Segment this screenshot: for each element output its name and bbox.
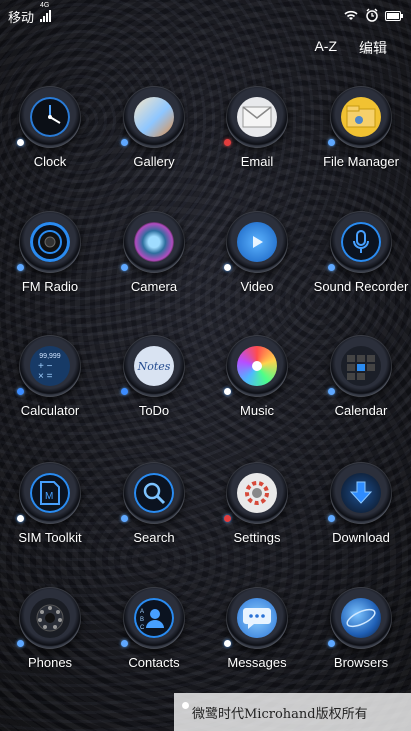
- app-sim-toolkit[interactable]: M SIM Toolkit: [0, 462, 100, 545]
- app-gallery[interactable]: Gallery: [104, 86, 204, 169]
- music-disc-icon: [224, 335, 288, 397]
- edit-button[interactable]: 编辑: [359, 38, 387, 58]
- app-label: Email: [240, 154, 274, 169]
- svg-text:B: B: [140, 617, 144, 623]
- svg-text:C: C: [140, 625, 145, 631]
- battery-icon: [385, 9, 403, 24]
- notes-icon-text: Notes: [137, 359, 171, 373]
- globe-orbit-icon: [328, 587, 392, 649]
- watermark: 微鹭时代Microhand版权所有: [174, 693, 411, 731]
- phone-dial-icon: [17, 587, 81, 649]
- app-messages[interactable]: Messages: [207, 587, 307, 670]
- indicator-dot: [182, 702, 189, 709]
- sort-az-button[interactable]: A-Z: [314, 38, 337, 58]
- gear-icon: [224, 462, 288, 524]
- app-label: Calendar: [334, 403, 388, 418]
- app-settings[interactable]: Settings: [207, 462, 307, 545]
- calendar-icon: [328, 335, 392, 397]
- contacts-person-icon: ABC: [121, 587, 185, 649]
- camera-lens-icon: [121, 211, 185, 273]
- gallery-icon: [121, 86, 185, 148]
- calculator-display: 99,999: [39, 352, 61, 360]
- clock-icon: [17, 86, 81, 148]
- sim-card-icon: M: [17, 462, 81, 524]
- alarm-icon: [365, 8, 379, 25]
- app-sound-recorder[interactable]: Sound Recorder: [311, 211, 411, 294]
- svg-text:× =: × =: [38, 371, 53, 380]
- calculator-icon: 99,999 + − × =: [17, 335, 81, 397]
- app-label: Search: [133, 530, 175, 545]
- carrier-label: 移动: [8, 9, 35, 25]
- app-email[interactable]: Email: [207, 86, 307, 169]
- app-label: Gallery: [133, 154, 175, 169]
- app-label: Sound Recorder: [313, 279, 409, 294]
- app-music[interactable]: Music: [207, 335, 307, 418]
- chat-bubble-icon: [224, 587, 288, 649]
- app-browsers[interactable]: Browsers: [311, 587, 411, 670]
- radio-speaker-icon: [17, 211, 81, 273]
- app-fm-radio[interactable]: FM Radio: [0, 211, 100, 294]
- app-camera[interactable]: Camera: [104, 211, 204, 294]
- microphone-icon: [328, 211, 392, 273]
- app-calendar[interactable]: Calendar: [311, 335, 411, 418]
- app-search[interactable]: Search: [104, 462, 204, 545]
- signal-icon: 4G: [40, 2, 52, 22]
- app-label: File Manager: [323, 154, 399, 169]
- download-arrow-icon: [328, 462, 392, 524]
- app-calculator[interactable]: 99,999 + − × = Calculator: [0, 335, 100, 418]
- search-icon: [121, 462, 185, 524]
- network-type-label: 4G: [40, 2, 50, 9]
- app-label: Download: [332, 530, 390, 545]
- app-label: Clock: [33, 154, 67, 169]
- watermark-text: 微鹭时代Microhand版权所有: [192, 706, 368, 722]
- status-bar: 移动 4G: [0, 0, 411, 32]
- app-download[interactable]: Download: [311, 462, 411, 545]
- svg-text:A: A: [140, 609, 144, 615]
- app-label: ToDo: [138, 403, 170, 418]
- app-file-manager[interactable]: File Manager: [311, 86, 411, 169]
- video-play-icon: [224, 211, 288, 273]
- notes-icon: Notes: [121, 335, 185, 397]
- app-label: FM Radio: [21, 279, 79, 294]
- app-todo[interactable]: Notes ToDo: [104, 335, 204, 418]
- top-actions: A-Z 编辑: [314, 38, 387, 58]
- app-clock[interactable]: Clock: [0, 86, 100, 169]
- wifi-icon: [343, 9, 359, 24]
- app-label: Contacts: [128, 655, 180, 670]
- app-phones[interactable]: Phones: [0, 587, 100, 670]
- app-label: Phones: [27, 655, 73, 670]
- app-label: Camera: [130, 279, 178, 294]
- email-icon: [224, 86, 288, 148]
- app-label: Video: [240, 279, 274, 294]
- app-label: Messages: [227, 655, 287, 670]
- app-video[interactable]: Video: [207, 211, 307, 294]
- app-label: Browsers: [333, 655, 389, 670]
- app-contacts[interactable]: ABC Contacts: [104, 587, 204, 670]
- svg-text:M: M: [45, 491, 53, 502]
- folder-icon: [328, 86, 392, 148]
- app-label: SIM Toolkit: [18, 530, 82, 545]
- app-label: Settings: [233, 530, 281, 545]
- app-label: Calculator: [20, 403, 80, 418]
- app-label: Music: [240, 403, 274, 418]
